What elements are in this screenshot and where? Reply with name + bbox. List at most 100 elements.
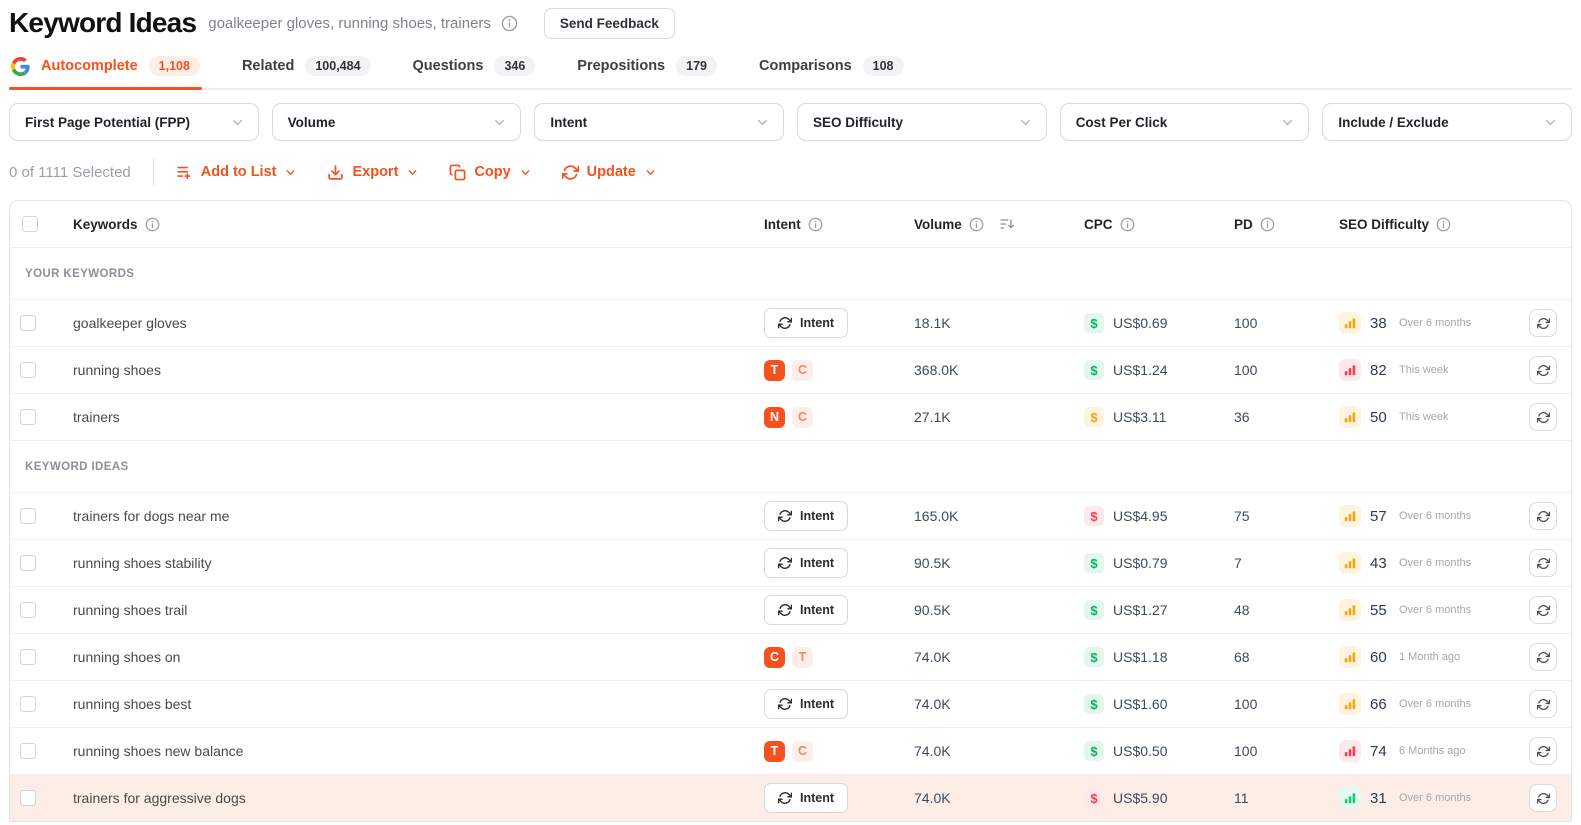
refresh-button[interactable] <box>1529 502 1557 530</box>
keyword-text[interactable]: goalkeeper gloves <box>58 315 187 331</box>
tab-questions[interactable]: Questions 346 <box>411 44 538 88</box>
intent-button[interactable]: Intent <box>764 595 849 625</box>
tab-prepositions[interactable]: Prepositions 179 <box>575 44 719 88</box>
page-title: Keyword Ideas <box>9 7 197 38</box>
filter-intent[interactable]: Intent <box>534 103 785 141</box>
info-icon[interactable] <box>969 217 984 232</box>
update-button[interactable]: Update <box>561 164 657 181</box>
column-volume: Volume <box>914 216 962 232</box>
table-row[interactable]: trainers for dogs near me Intent 165.0K … <box>10 492 1571 539</box>
seo-difficulty-value: 50 <box>1370 408 1387 426</box>
row-checkbox[interactable] <box>20 362 36 378</box>
table-row[interactable]: running shoes stability Intent 90.5K $ U… <box>10 539 1571 586</box>
seo-difficulty-value: 66 <box>1370 695 1387 713</box>
info-icon[interactable] <box>145 217 160 232</box>
keyword-text[interactable]: running shoes on <box>58 649 180 665</box>
table-row[interactable]: running shoes best Intent 74.0K $ US$1.6… <box>10 680 1571 727</box>
info-icon[interactable] <box>501 15 518 32</box>
table-row[interactable]: running shoes on CT 74.0K $ US$1.18 68 6… <box>10 633 1571 680</box>
info-icon[interactable] <box>808 217 823 232</box>
sync-icon <box>778 317 792 329</box>
filter-volume[interactable]: Volume <box>271 103 522 141</box>
seo-updated-text: This week <box>1399 364 1449 376</box>
cpc-value: US$1.24 <box>1113 362 1168 378</box>
info-icon[interactable] <box>1120 217 1135 232</box>
seo-difficulty-icon <box>1339 312 1361 334</box>
cpc-dollar-icon: $ <box>1084 600 1104 620</box>
tab-count-badge: 346 <box>494 56 536 76</box>
info-icon[interactable] <box>1436 217 1451 232</box>
column-keywords: Keywords <box>73 216 138 232</box>
keyword-text[interactable]: running shoes trail <box>58 602 187 618</box>
refresh-button[interactable] <box>1529 690 1557 718</box>
refresh-button[interactable] <box>1529 596 1557 624</box>
row-checkbox[interactable] <box>20 790 36 806</box>
add-to-list-button[interactable]: Add to List <box>176 164 298 181</box>
pd-value: 7 <box>1234 555 1242 571</box>
seo-difficulty-icon <box>1339 505 1361 527</box>
row-checkbox[interactable] <box>20 696 36 712</box>
intent-badges: CT <box>764 646 813 668</box>
copy-button[interactable]: Copy <box>449 164 531 181</box>
filter-cost-per-click[interactable]: Cost Per Click <box>1059 103 1310 141</box>
refresh-button[interactable] <box>1529 356 1557 384</box>
table-row[interactable]: trainers for aggressive dogs Intent 74.0… <box>10 774 1571 821</box>
row-checkbox[interactable] <box>20 649 36 665</box>
keyword-text[interactable]: trainers <box>58 409 120 425</box>
pd-value: 100 <box>1234 362 1258 378</box>
chevron-down-icon <box>495 119 505 125</box>
table-row[interactable]: running shoes TC 368.0K $ US$1.24 100 82… <box>10 346 1571 393</box>
intent-button[interactable]: Intent <box>764 548 849 578</box>
refresh-button[interactable] <box>1529 309 1557 337</box>
tab-comparisons[interactable]: Comparisons 108 <box>757 44 906 88</box>
seo-updated-text: Over 6 months <box>1399 557 1472 569</box>
table-row[interactable]: running shoes trail Intent 90.5K $ US$1.… <box>10 586 1571 633</box>
row-checkbox[interactable] <box>20 743 36 759</box>
keyword-text[interactable]: running shoes best <box>58 696 191 712</box>
table-row[interactable]: trainers NC 27.1K $ US$3.11 36 50 This w… <box>10 393 1571 440</box>
row-checkbox[interactable] <box>20 602 36 618</box>
keyword-text[interactable]: trainers for dogs near me <box>58 508 229 524</box>
select-all-checkbox[interactable] <box>22 216 38 232</box>
refresh-button[interactable] <box>1529 549 1557 577</box>
row-checkbox[interactable] <box>20 555 36 571</box>
refresh-icon <box>1536 557 1550 569</box>
seo-difficulty-icon <box>1339 646 1361 668</box>
sort-descending-icon[interactable] <box>999 216 1015 232</box>
intent-button[interactable]: Intent <box>764 783 849 813</box>
tab-count-badge: 179 <box>676 56 717 76</box>
table-row[interactable]: running shoes new balance TC 74.0K $ US$… <box>10 727 1571 774</box>
tab-related[interactable]: Related 100,484 <box>240 44 373 88</box>
google-icon <box>11 56 30 76</box>
info-icon[interactable] <box>1260 217 1275 232</box>
send-feedback-button[interactable]: Send Feedback <box>543 7 675 39</box>
tab-autocomplete[interactable]: Autocomplete 1,108 <box>9 44 202 90</box>
keyword-text[interactable]: running shoes stability <box>58 555 212 571</box>
seo-difficulty-icon <box>1339 740 1361 762</box>
filter-seo-difficulty[interactable]: SEO Difficulty <box>797 103 1047 141</box>
intent-button[interactable]: Intent <box>764 308 849 338</box>
keyword-text[interactable]: running shoes new balance <box>58 743 243 759</box>
refresh-button[interactable] <box>1529 643 1557 671</box>
keyword-text[interactable]: running shoes <box>58 362 161 378</box>
add-to-list-icon <box>177 166 191 179</box>
row-checkbox[interactable] <box>20 409 36 425</box>
pd-value: 48 <box>1234 602 1250 618</box>
intent-button[interactable]: Intent <box>764 689 849 719</box>
row-checkbox[interactable] <box>20 315 36 331</box>
keyword-text[interactable]: trainers for aggressive dogs <box>58 790 246 806</box>
row-checkbox[interactable] <box>20 508 36 524</box>
intent-button[interactable]: Intent <box>764 501 849 531</box>
refresh-button[interactable] <box>1529 737 1557 765</box>
table-header-row: Keywords Intent Volume CPC PD SEO Diffic… <box>10 201 1571 247</box>
column-intent: Intent <box>764 216 801 232</box>
filter-first-page-potential[interactable]: First Page Potential (FPP) <box>9 103 259 141</box>
filter-include-exclude[interactable]: Include / Exclude <box>1322 103 1573 141</box>
refresh-button[interactable] <box>1529 784 1557 812</box>
table-row[interactable]: goalkeeper gloves Intent 18.1K $ US$0.69… <box>10 299 1571 346</box>
export-button[interactable]: Export <box>327 164 419 181</box>
seo-updated-text: Over 6 months <box>1399 792 1472 804</box>
tab-label: Comparisons <box>758 58 852 74</box>
volume-value: 368.0K <box>914 362 959 378</box>
refresh-button[interactable] <box>1529 403 1557 431</box>
